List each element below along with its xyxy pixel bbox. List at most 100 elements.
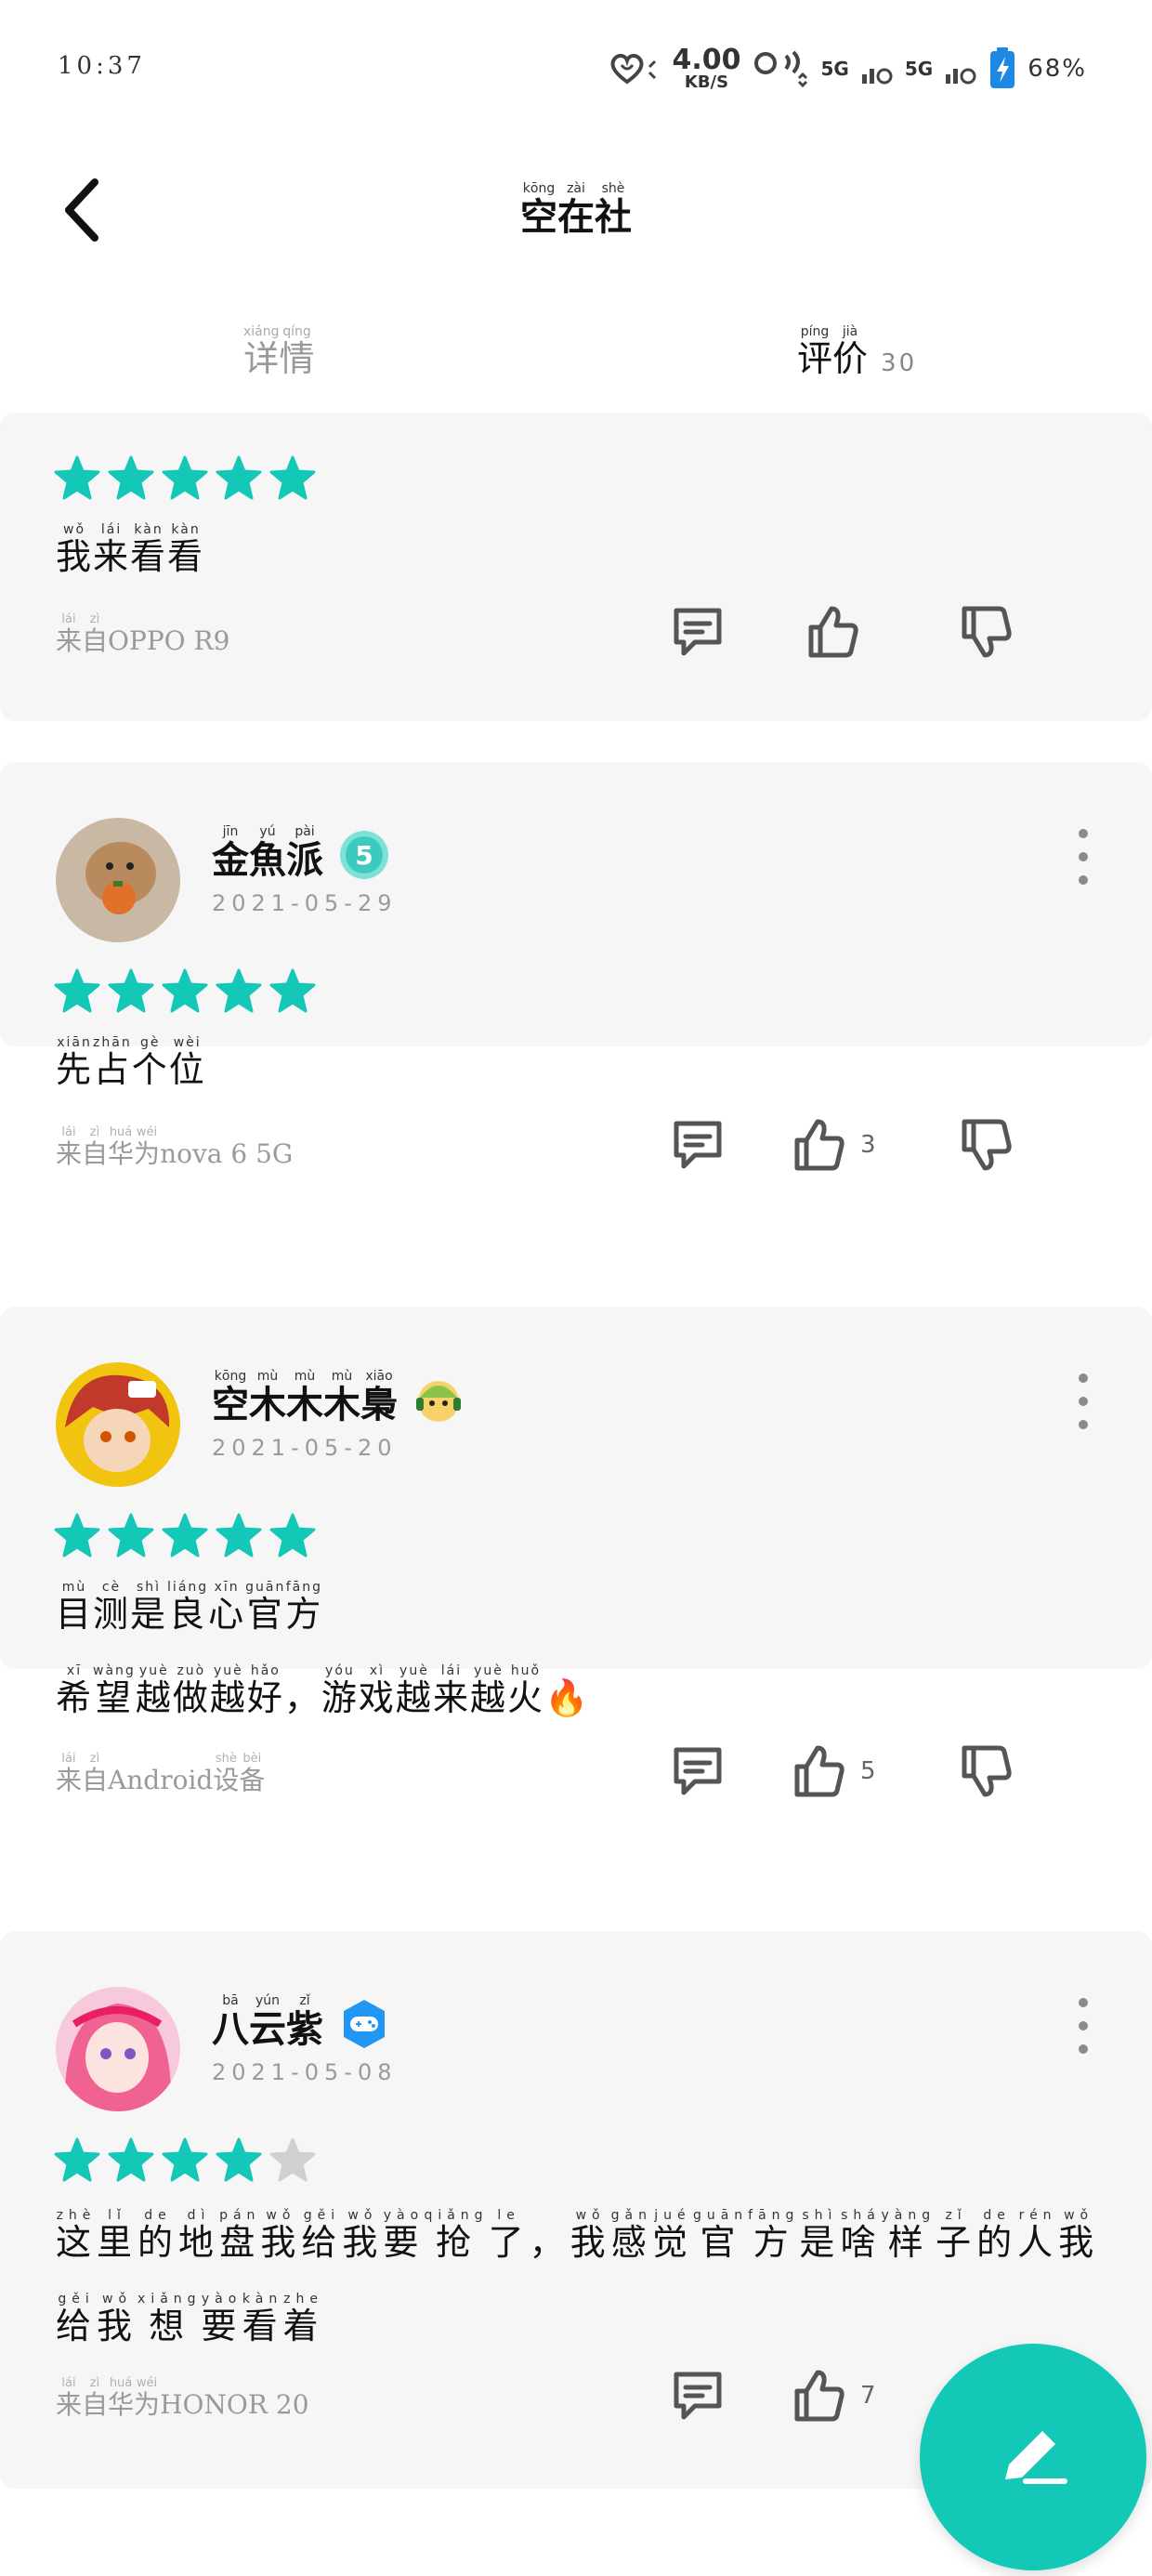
ruby-char: 良liáng xyxy=(167,1580,209,1635)
ruby-char: 空kōng xyxy=(520,181,557,239)
comment-icon xyxy=(674,608,722,656)
speed-unit: KB/S xyxy=(684,72,729,92)
plain-text: Android xyxy=(108,1765,214,1795)
ruby-char: 这zhè xyxy=(56,2208,98,2263)
like-button[interactable]: 3 xyxy=(790,1108,876,1182)
status-bar: 10:37 4.00 KB/S 5G 5G 68% xyxy=(0,0,1152,139)
rating-stars xyxy=(54,968,316,1013)
avatar[interactable] xyxy=(56,818,180,942)
ruby-char: 我wǒ xyxy=(260,2208,302,2263)
ruby-char: 占zhān xyxy=(93,1035,132,1090)
star-filled-icon xyxy=(108,2137,154,2182)
review-count: 30 xyxy=(881,349,918,377)
status-time: 10:37 xyxy=(58,52,146,80)
star-filled-icon xyxy=(108,455,154,500)
review-source: 来lái自zì华huá为wéiHONOR 20 xyxy=(56,2376,309,2422)
ruby-char: 方fāng xyxy=(285,1580,323,1635)
comment-button[interactable] xyxy=(669,1108,727,1182)
ruby-char: 心xīn xyxy=(208,1580,246,1635)
ruby-char: 看kàn xyxy=(130,522,168,577)
write-review-button[interactable] xyxy=(920,2344,1146,2570)
thumbs-up-icon xyxy=(794,1119,844,1171)
review-actions: 3 xyxy=(669,1108,1152,1182)
tab-detail[interactable]: 详xiáng情qíng xyxy=(243,324,315,381)
plain-text: HONOR 20 xyxy=(160,2389,309,2420)
review-actions xyxy=(669,595,1152,669)
more-options-button[interactable] xyxy=(1072,1998,1094,2054)
ruby-char: 越yuè xyxy=(209,1663,247,1718)
content-line: 先xiān占zhān个gè位wèi xyxy=(56,1028,206,1111)
tab-bar: 详xiáng情qíng 评píng价jià 30 xyxy=(0,307,1152,427)
like-count: 7 xyxy=(860,2382,876,2410)
ruby-char: 给gěi xyxy=(301,2208,343,2263)
ruby-char: 魚yú xyxy=(249,824,286,882)
dislike-button[interactable] xyxy=(957,1734,1015,1808)
dislike-button[interactable] xyxy=(957,595,1015,669)
ruby-char: 金jīn xyxy=(212,824,249,882)
star-filled-icon xyxy=(269,455,316,500)
like-button[interactable]: 7 xyxy=(790,2359,876,2433)
review-actions: 5 xyxy=(669,1734,1152,1808)
ruby-char: 想xiǎng xyxy=(137,2292,202,2346)
ruby-char: 来lái xyxy=(56,1752,83,1795)
ruby-char: 我wǒ xyxy=(342,2208,384,2263)
ruby-char: 测cè xyxy=(93,1580,131,1635)
battery-level: 68% xyxy=(1028,55,1087,83)
star-filled-icon xyxy=(108,968,154,1013)
comment-icon xyxy=(674,1747,722,1795)
ruby-char: 戏xì xyxy=(358,1663,396,1718)
avatar[interactable] xyxy=(56,1362,180,1487)
comment-button[interactable] xyxy=(669,2359,727,2433)
ruby-char: 价jià xyxy=(832,324,869,379)
content-line: 目mù测cè是shì良liáng心xīn官guān方fāng xyxy=(56,1572,590,1656)
ruby-char: 越yuè xyxy=(469,1663,507,1718)
level-5-badge-icon: 5 xyxy=(340,830,388,879)
like-button[interactable] xyxy=(804,595,874,669)
tab-review[interactable]: 评píng价jià 30 xyxy=(797,324,918,381)
ruby-char: 方fāng xyxy=(748,2208,800,2263)
ruby-char: 我wǒ xyxy=(97,2292,138,2346)
ruby-char: 我wǒ xyxy=(569,2208,611,2263)
ruby-char: 华huá xyxy=(108,1125,135,1169)
star-filled-icon xyxy=(54,2137,100,2182)
star-filled-icon xyxy=(54,968,100,1013)
content-line: 我wǒ来lái看kàn看kàn xyxy=(56,515,204,598)
ruby-char: 样yàng xyxy=(881,2208,936,2263)
ruby-char: 官guān xyxy=(245,1580,286,1635)
review-date: 2021-05-08 xyxy=(212,2059,398,2085)
ruby-char: 空kōng xyxy=(212,1369,249,1426)
ruby-char: 了le xyxy=(488,2208,530,2263)
like-button[interactable]: 5 xyxy=(790,1734,876,1808)
ruby-char: 的de xyxy=(137,2208,179,2263)
more-options-button[interactable] xyxy=(1072,829,1094,885)
ruby-char: 做zuò xyxy=(172,1663,210,1718)
avatar[interactable] xyxy=(56,1987,180,2111)
ruby-char: 自zì xyxy=(82,1125,109,1169)
ruby-char: 木mù xyxy=(323,1369,360,1426)
like-count: 3 xyxy=(860,1131,876,1159)
network-speed: 4.00 KB/S xyxy=(672,46,740,91)
ruby-char: 先xiān xyxy=(56,1035,94,1090)
ruby-char: 来lái xyxy=(56,612,83,656)
star-filled-icon xyxy=(54,1513,100,1557)
comment-button[interactable] xyxy=(669,595,727,669)
comment-button[interactable] xyxy=(669,1734,727,1808)
plain-text: ， xyxy=(529,2222,570,2263)
review-date: 2021-05-29 xyxy=(212,890,398,916)
ruby-char: 官guān xyxy=(692,2208,749,2263)
page-title: 空kōng在zài社shè xyxy=(0,181,1152,241)
comment-icon xyxy=(674,1121,722,1169)
more-options-button[interactable] xyxy=(1072,1373,1094,1429)
dislike-button[interactable] xyxy=(957,1108,1015,1182)
ruby-char: 越yuè xyxy=(135,1663,173,1718)
ruby-char: 感gǎn xyxy=(610,2208,652,2263)
username-text: 金jīn魚yú派pài xyxy=(212,824,323,884)
plain-text: 🔥 xyxy=(543,1677,591,1718)
ruby-char: 越yuè xyxy=(395,1663,433,1718)
ruby-char: 里lǐ xyxy=(97,2208,138,2263)
star-empty-icon xyxy=(269,2137,316,2182)
ruby-char: 八bā xyxy=(212,1993,249,2051)
plain-text: nova 6 5G xyxy=(160,1138,294,1169)
ruby-char: 地dì xyxy=(178,2208,220,2263)
review-content: 这zhè里lǐ的de地dì盘pán我wǒ给gěi我wǒ要yào抢qiǎng了le… xyxy=(56,2201,1099,2368)
